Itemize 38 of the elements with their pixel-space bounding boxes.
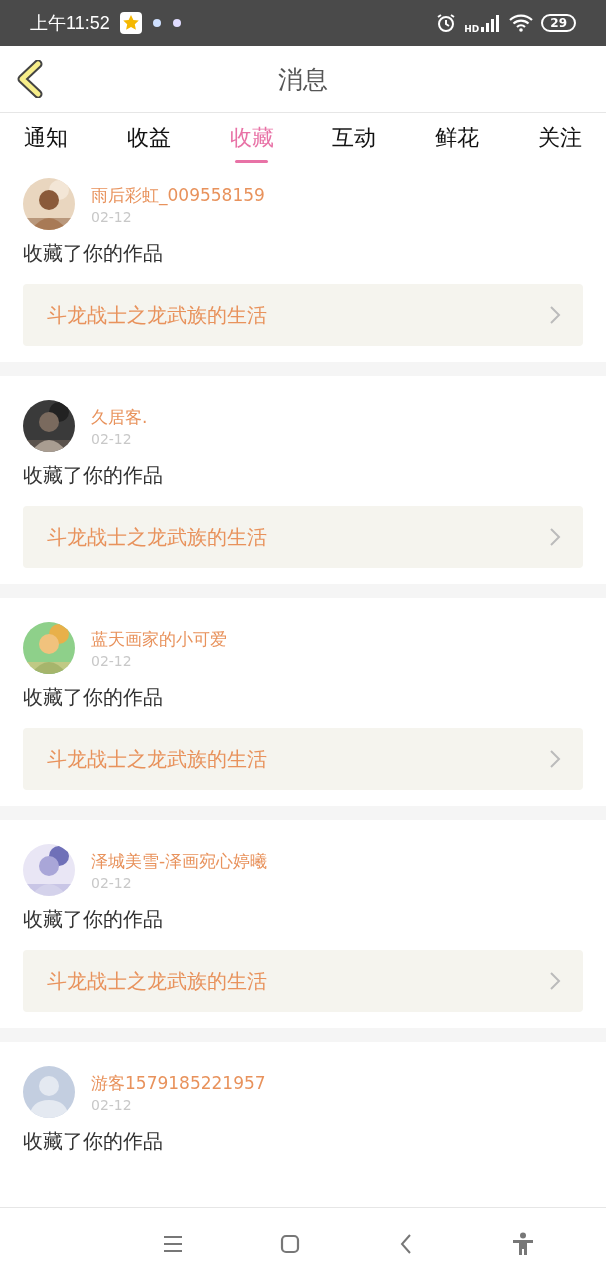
tab[interactable]: 通知 <box>24 113 68 168</box>
message-text: 收藏了你的作品 <box>22 462 164 489</box>
accessibility-icon <box>511 1232 534 1256</box>
status-time: 上午11:52 <box>30 12 110 35</box>
chevron-right-icon <box>549 305 561 325</box>
user-name[interactable]: 游客1579185221957 <box>91 1071 266 1095</box>
message-text: 收藏了你的作品 <box>22 1128 164 1155</box>
page-title: 消息 <box>278 63 328 96</box>
tab[interactable]: 关注 <box>538 113 582 168</box>
alarm-icon <box>436 13 457 33</box>
work-link[interactable]: 斗龙战士之龙武族的生活 <box>23 728 583 790</box>
user-name[interactable]: 雨后彩虹_009558159 <box>91 183 265 207</box>
avatar-icon <box>23 1066 75 1118</box>
chevron-right-icon <box>549 749 561 769</box>
message-text: 收藏了你的作品 <box>22 684 164 711</box>
signal-icon <box>481 14 502 32</box>
user-name[interactable]: 蓝天画家的小可爱 <box>91 627 227 651</box>
network-label: HD <box>464 23 480 34</box>
chevron-right-icon <box>549 971 561 991</box>
wifi-icon <box>509 14 534 32</box>
battery-level: 29 <box>541 14 576 32</box>
user-name[interactable]: 泽城美雪-泽画宛心婷曦 <box>91 849 268 873</box>
work-link[interactable]: 斗龙战士之龙武族的生活 <box>23 284 583 346</box>
back-icon <box>399 1233 414 1255</box>
tab[interactable]: 收益 <box>126 113 171 168</box>
tab[interactable]: 互动 <box>332 113 377 168</box>
work-link[interactable]: 斗龙战士之龙武族的生活 <box>23 506 583 568</box>
message-text: 收藏了你的作品 <box>22 906 164 933</box>
menu-icon <box>163 1235 184 1253</box>
notification-icon <box>171 18 182 28</box>
work-link[interactable]: 斗龙战士之龙武族的生活 <box>23 950 583 1012</box>
user-name[interactable]: 久居客. <box>91 405 148 429</box>
tab[interactable]: 鲜花 <box>435 113 480 168</box>
message-text: 收藏了你的作品 <box>22 240 164 267</box>
square-icon <box>279 1234 300 1254</box>
chevron-right-icon <box>549 527 561 547</box>
notification-icon <box>151 18 162 28</box>
tab[interactable]: 收藏 <box>229 113 274 168</box>
